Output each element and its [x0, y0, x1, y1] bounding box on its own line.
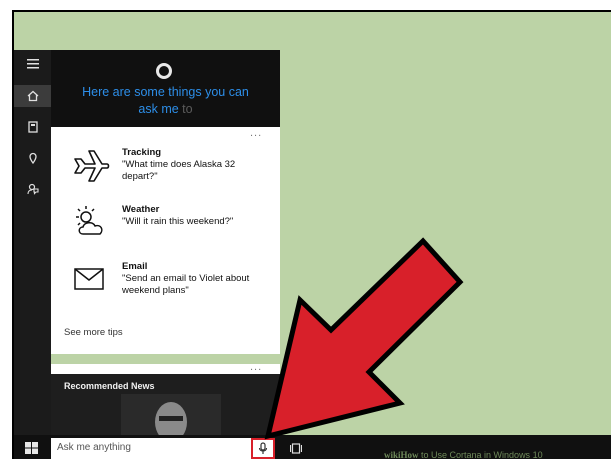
red-pointer-arrow [264, 237, 464, 440]
